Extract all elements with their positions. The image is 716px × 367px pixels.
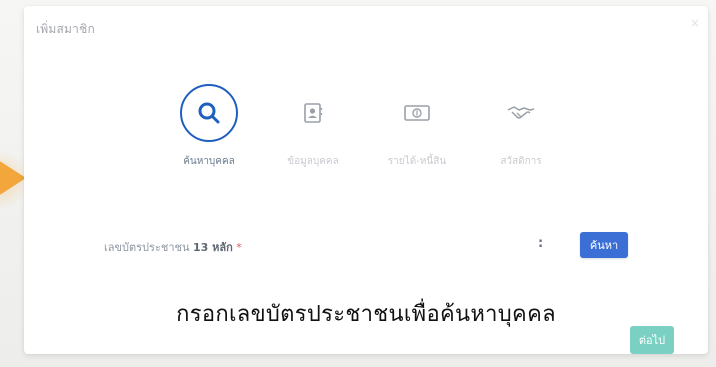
step-label: รายได้-หนี้สิน	[387, 156, 447, 167]
add-member-dialog: เพิ่มสมาชิก × ค้นหาบุคคล ข้อมูลบุคคล ราย…	[24, 6, 708, 354]
contact-card-icon	[284, 84, 342, 142]
handshake-icon	[492, 84, 550, 142]
close-icon[interactable]: ×	[690, 16, 700, 30]
step-label: ค้นหาบุคคล	[183, 156, 235, 167]
dialog-title: เพิ่มสมาชิก	[36, 22, 95, 36]
step-label: สวัสดิการ	[500, 156, 542, 167]
step-search-person[interactable]: ค้นหาบุคคล	[154, 84, 264, 169]
search-button[interactable]: ค้นหา	[580, 232, 628, 258]
id-number-label: เลขบัตรประชาชน 13 หลัก *	[104, 238, 242, 256]
step-income-debt[interactable]: รายได้-หนี้สิน	[362, 84, 472, 169]
step-welfare[interactable]: สวัสดิการ	[466, 84, 576, 169]
instruction-caption: กรอกเลขบัตรประชาชนเพื่อค้นหาบุคคล	[176, 302, 556, 327]
next-button[interactable]: ต่อไป	[630, 326, 674, 354]
step-label: ข้อมูลบุคคล	[287, 156, 339, 167]
id-search-row: เลขบัตรประชาชน 13 หลัก * : ค้นหา	[104, 232, 644, 258]
search-icon	[180, 84, 238, 142]
id-label-text: เลขบัตรประชาชน	[104, 241, 190, 254]
id-label-count: 13 หลัก	[192, 241, 233, 254]
step-person-info[interactable]: ข้อมูลบุคคล	[258, 84, 368, 169]
required-mark: *	[236, 241, 242, 254]
orange-pointer-arrow-icon	[0, 160, 26, 196]
separator: :	[538, 236, 544, 251]
banknote-icon	[388, 84, 446, 142]
wizard-steps: ค้นหาบุคคล ข้อมูลบุคคล รายได้-หนี้สิน สว…	[154, 84, 574, 194]
